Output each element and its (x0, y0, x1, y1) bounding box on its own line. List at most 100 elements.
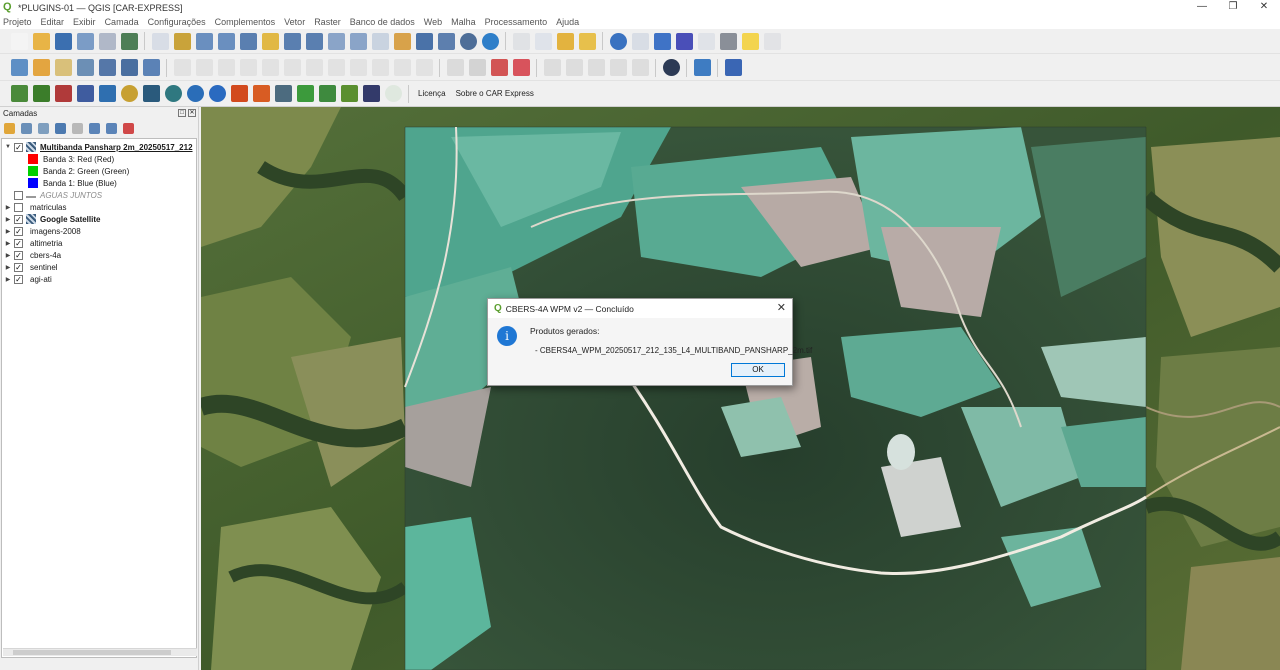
license-link[interactable]: Licença (418, 89, 446, 98)
menu-editar[interactable]: Editar (41, 17, 65, 27)
zoom-layer-icon[interactable] (283, 32, 301, 50)
collapse-all-icon[interactable] (106, 123, 117, 134)
zoom-full-icon[interactable] (239, 32, 257, 50)
save-as-icon[interactable] (76, 32, 94, 50)
layer-visibility-checkbox[interactable]: ✓ (14, 226, 23, 236)
refresh-icon[interactable] (481, 32, 499, 50)
dialog-close-button[interactable]: ✕ (777, 302, 786, 314)
modify-attributes-icon[interactable] (283, 59, 301, 76)
panel-float-icon[interactable]: □ (178, 109, 186, 117)
expand-arrow-icon[interactable]: ▶ (4, 240, 12, 247)
plugin-fire-icon[interactable] (230, 85, 248, 102)
layer-row[interactable]: ▶ ✓ cbers-4a (2, 249, 196, 261)
bookmark-icon[interactable] (415, 32, 433, 50)
save-project-icon[interactable] (54, 32, 72, 50)
layers-tree-scrollbar[interactable] (3, 648, 197, 656)
layer-row[interactable]: ▶ ✓ altimetria (2, 237, 196, 249)
change-label-icon[interactable] (587, 59, 605, 76)
minimize-button[interactable]: — (1187, 0, 1217, 15)
layer-row[interactable]: ▶ ✓ Google Satellite (2, 213, 196, 225)
menu-vetor[interactable]: Vetor (284, 17, 305, 27)
layer-row[interactable]: ▼ ✓ Multibanda Pansharp 2m_20250517_212 (2, 141, 196, 153)
new-3d-view-icon[interactable] (393, 32, 411, 50)
ok-button[interactable]: OK (731, 363, 785, 377)
layer-row[interactable]: ▶ matriculas (2, 201, 196, 213)
new-shapefile-icon[interactable] (54, 59, 72, 76)
layer-row[interactable]: ▶ ✓ agi-ati (2, 273, 196, 285)
help-icon[interactable] (724, 59, 742, 76)
plugin-map-icon[interactable] (98, 85, 116, 102)
menu-camada[interactable]: Camada (105, 17, 139, 27)
layer-visibility-checkbox[interactable]: ✓ (14, 214, 23, 224)
zoom-native-icon[interactable] (305, 32, 323, 50)
menu-complementos[interactable]: Complementos (215, 17, 276, 27)
zoom-selection-icon[interactable] (261, 32, 279, 50)
diagram-icon[interactable] (468, 59, 486, 76)
expand-arrow-icon[interactable]: ▼ (4, 144, 12, 150)
plugin-circle-icon[interactable] (384, 85, 402, 102)
layer-visibility-checkbox[interactable]: ✓ (14, 250, 23, 260)
show-bookmarks-icon[interactable] (437, 32, 455, 50)
layer-row[interactable]: AGUAS JUNTOS (2, 189, 196, 201)
style-manager-icon[interactable] (120, 32, 138, 50)
save-edits-icon[interactable] (217, 59, 235, 76)
plugin-grid-icon[interactable] (54, 85, 72, 102)
remove-layer-icon[interactable] (123, 123, 134, 134)
scrollbar-thumb[interactable] (13, 650, 171, 655)
zoom-in-icon[interactable] (195, 32, 213, 50)
plugin-sentinel-icon[interactable] (208, 85, 226, 102)
identify-features-icon[interactable] (609, 32, 627, 50)
select-features-icon[interactable] (534, 32, 552, 50)
statistics-icon[interactable] (675, 32, 693, 50)
plugin-cbers-icon[interactable] (362, 85, 380, 102)
attribute-table-icon[interactable] (631, 32, 649, 50)
new-project-icon[interactable] (10, 32, 28, 50)
menu-malha[interactable]: Malha (451, 17, 476, 27)
new-virtual-layer-icon[interactable] (98, 59, 116, 76)
new-geopackage-icon[interactable] (32, 59, 50, 76)
plugin-search-icon[interactable] (186, 85, 204, 102)
pin-labels-icon[interactable] (490, 59, 508, 76)
plugin-ndvi-icon[interactable] (340, 85, 358, 102)
layer-row[interactable]: Banda 3: Red (Red) (2, 153, 196, 165)
filter-expression-icon[interactable] (72, 123, 83, 134)
pan-to-selection-icon[interactable] (173, 32, 191, 50)
expand-arrow-icon[interactable]: ▶ (4, 264, 12, 271)
close-window-button[interactable]: ✕ (1249, 0, 1279, 15)
plugin-terrain-icon[interactable] (142, 85, 160, 102)
menu-configurações[interactable]: Configurações (148, 17, 206, 27)
highlight-pinned-icon[interactable] (512, 59, 530, 76)
manage-map-themes-icon[interactable] (38, 123, 49, 134)
layer-row[interactable]: ▶ ✓ imagens-2008 (2, 225, 196, 237)
plugin-car-icon[interactable] (10, 85, 28, 102)
gps-icon[interactable] (662, 59, 680, 76)
plugin-settings-icon[interactable] (76, 85, 94, 102)
menu-raster[interactable]: Raster (314, 17, 341, 27)
deselect-icon[interactable] (556, 32, 574, 50)
layer-row[interactable]: Banda 2: Green (Green) (2, 165, 196, 177)
expand-all-icon[interactable] (89, 123, 100, 134)
filter-legend-icon[interactable] (55, 123, 66, 134)
menu-processamento[interactable]: Processamento (485, 17, 548, 27)
locator-icon[interactable] (763, 32, 781, 50)
label-toolbar-icon[interactable] (446, 59, 464, 76)
undo-icon[interactable] (393, 59, 411, 76)
print-layout-icon[interactable] (98, 32, 116, 50)
menu-web[interactable]: Web (424, 17, 442, 27)
plugin-tree-icon[interactable] (296, 85, 314, 102)
layer-visibility-checkbox[interactable]: ✓ (14, 142, 23, 152)
copy-features-icon[interactable] (349, 59, 367, 76)
paste-features-icon[interactable] (371, 59, 389, 76)
map-tips-icon[interactable] (741, 32, 759, 50)
plugin-landscape-icon[interactable] (274, 85, 292, 102)
plugin-leaf-icon[interactable] (32, 85, 50, 102)
toggle-editing-icon[interactable] (195, 59, 213, 76)
panel-close-icon[interactable]: ✕ (188, 109, 196, 117)
identify-select-icon[interactable] (512, 32, 530, 50)
select-by-value-icon[interactable] (578, 32, 596, 50)
rotate-label-icon[interactable] (565, 59, 583, 76)
add-group-icon[interactable] (21, 123, 32, 134)
show-hide-labels-icon[interactable] (609, 59, 627, 76)
digitize-icon[interactable] (239, 59, 257, 76)
zoom-out-icon[interactable] (217, 32, 235, 50)
